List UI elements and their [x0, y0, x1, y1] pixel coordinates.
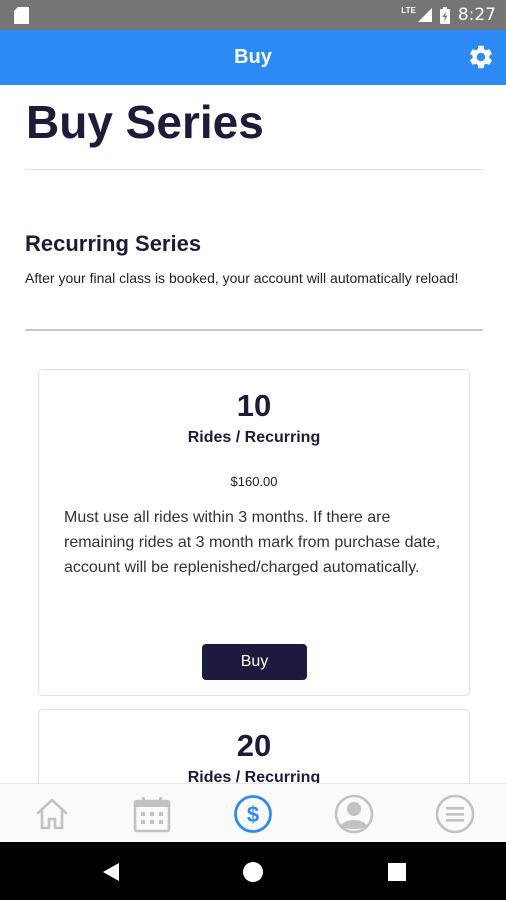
nav-schedule[interactable]	[132, 794, 172, 834]
nav-menu[interactable]	[435, 794, 475, 834]
section-title: Recurring Series	[25, 231, 202, 256]
section-divider	[25, 329, 483, 331]
system-nav-bar	[0, 842, 506, 900]
gear-icon[interactable]	[467, 43, 495, 71]
signal-icon	[417, 8, 432, 22]
recents-icon[interactable]	[386, 861, 408, 883]
series-type: Rides / Recurring	[187, 429, 321, 446]
nav-buy[interactable]: $	[233, 794, 273, 834]
nav-home[interactable]	[32, 794, 72, 834]
section-description: After your final class is booked, your a…	[25, 270, 459, 286]
clock: 8:27	[457, 5, 496, 25]
divider	[25, 169, 483, 170]
content-area[interactable]: Buy Series Recurring Series After your f…	[0, 85, 506, 783]
series-card: 10 Rides / Recurring $160.00 Must use al…	[38, 369, 470, 696]
status-bar: LTE 8:27	[0, 0, 506, 30]
sd-card-icon	[14, 7, 29, 24]
series-price: $160.00	[230, 474, 278, 489]
back-icon[interactable]	[100, 861, 122, 883]
battery-icon	[439, 6, 450, 24]
page-title: Buy Series	[26, 96, 264, 148]
app-bar: Buy	[0, 30, 506, 85]
buy-button[interactable]: Buy	[202, 644, 307, 680]
calendar-icon	[133, 797, 171, 833]
network-type: LTE	[401, 5, 416, 15]
series-description: Must use all rides within 3 months. If t…	[64, 509, 441, 576]
user-icon	[334, 794, 374, 834]
ride-count: 20	[236, 728, 272, 763]
dollar-icon: $	[234, 795, 272, 833]
home-circle-icon[interactable]	[242, 861, 264, 883]
series-type: Rides / Recurring	[187, 769, 321, 783]
app-bar-title: Buy	[234, 46, 272, 68]
ride-count: 10	[236, 388, 272, 423]
svg-text:$: $	[247, 802, 259, 827]
home-icon	[36, 798, 68, 830]
series-card: 20 Rides / Recurring	[38, 709, 470, 783]
menu-icon	[435, 794, 475, 834]
nav-account[interactable]	[334, 794, 374, 834]
bottom-nav: $	[0, 783, 506, 842]
